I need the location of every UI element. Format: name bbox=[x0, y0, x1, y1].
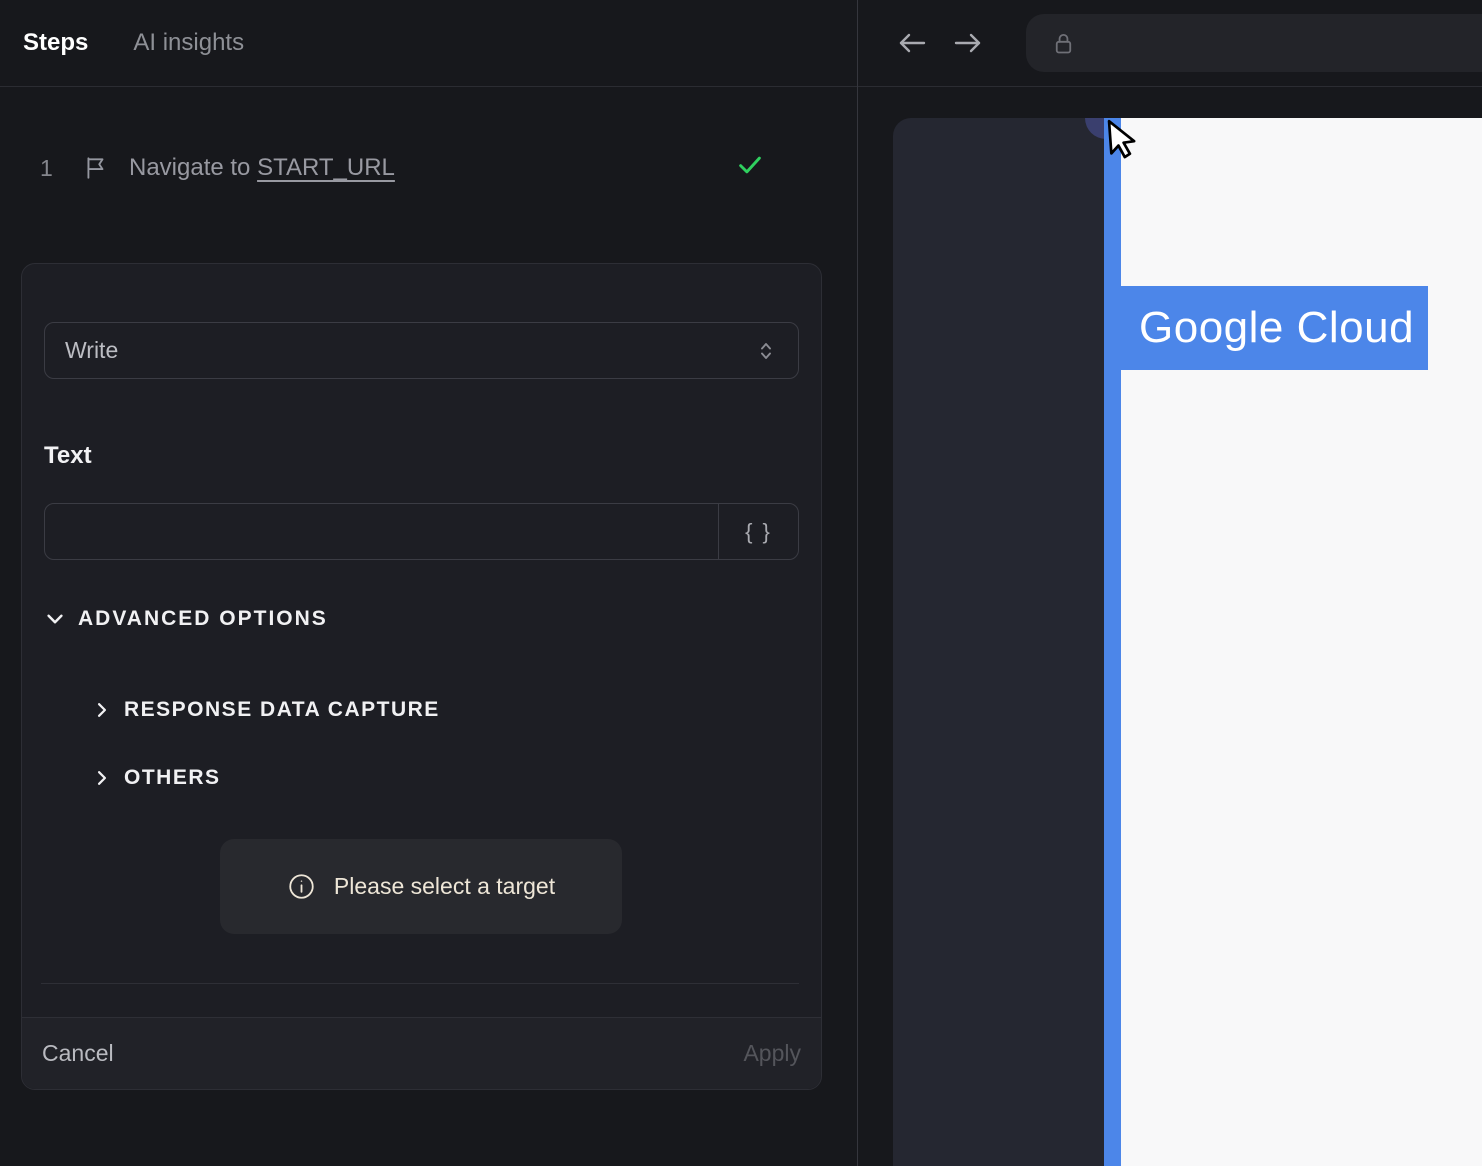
chevron-right-icon bbox=[92, 700, 112, 720]
app-window: Steps AI insights 1 Navigate to START_UR… bbox=[0, 0, 1482, 1166]
step-number: 1 bbox=[40, 154, 53, 181]
browser-toolbar bbox=[858, 0, 1482, 87]
select-target-hint: Please select a target bbox=[220, 839, 622, 934]
steps-panel: Steps AI insights 1 Navigate to START_UR… bbox=[0, 0, 858, 1166]
chevron-updown-icon bbox=[754, 339, 778, 363]
step-row[interactable]: 1 Navigate to START_URL bbox=[40, 150, 827, 186]
selection-stripe[interactable] bbox=[1104, 118, 1121, 1166]
action-type-select[interactable]: Write bbox=[44, 322, 799, 379]
text-field-label: Text bbox=[44, 442, 92, 469]
others-toggle[interactable]: OTHERS bbox=[92, 766, 221, 790]
browser-viewport: Google Cloud bbox=[858, 87, 1482, 1166]
editor-footer: Cancel Apply bbox=[22, 1017, 821, 1089]
text-input[interactable] bbox=[45, 504, 718, 559]
select-target-hint-text: Please select a target bbox=[333, 873, 556, 899]
browser-panel: Google Cloud bbox=[858, 0, 1482, 1166]
check-icon bbox=[735, 150, 765, 180]
advanced-options-label: ADVANCED OPTIONS bbox=[78, 607, 328, 630]
apply-button[interactable]: Apply bbox=[743, 1040, 801, 1067]
step-editor-card: Write Text { } ADVANCED OPTIONS RESPONSE… bbox=[21, 263, 822, 1090]
panel-tabbar: Steps AI insights bbox=[0, 0, 857, 87]
advanced-options-toggle[interactable]: ADVANCED OPTIONS bbox=[44, 607, 328, 631]
page-white-pane bbox=[1121, 118, 1482, 1166]
tab-ai-insights[interactable]: AI insights bbox=[133, 29, 244, 57]
chevron-right-icon bbox=[92, 768, 112, 788]
tab-steps[interactable]: Steps bbox=[23, 29, 88, 57]
response-data-capture-label: RESPONSE DATA CAPTURE bbox=[124, 698, 440, 721]
page-dark-pane bbox=[893, 118, 1104, 1166]
flag-icon bbox=[83, 155, 109, 181]
action-type-value: Write bbox=[65, 337, 119, 363]
forward-arrow-icon[interactable] bbox=[951, 26, 985, 60]
response-data-capture-toggle[interactable]: RESPONSE DATA CAPTURE bbox=[92, 698, 440, 722]
google-cloud-banner-text: Google Cloud bbox=[1139, 303, 1415, 352]
content-divider bbox=[41, 983, 799, 984]
cancel-button[interactable]: Cancel bbox=[42, 1040, 114, 1067]
text-input-group: { } bbox=[44, 503, 799, 560]
others-label: OTHERS bbox=[124, 766, 221, 789]
step-label: Navigate to START_URL bbox=[129, 154, 395, 182]
back-arrow-icon[interactable] bbox=[895, 26, 929, 60]
url-bar[interactable] bbox=[1026, 14, 1482, 72]
step-action-text: Navigate to bbox=[129, 154, 251, 181]
info-icon bbox=[287, 872, 316, 901]
google-cloud-banner[interactable]: Google Cloud bbox=[1104, 286, 1428, 370]
chevron-down-icon bbox=[44, 608, 66, 630]
step-target-link[interactable]: START_URL bbox=[257, 154, 395, 181]
lock-icon bbox=[1050, 30, 1077, 57]
variable-braces-button[interactable]: { } bbox=[718, 504, 798, 559]
